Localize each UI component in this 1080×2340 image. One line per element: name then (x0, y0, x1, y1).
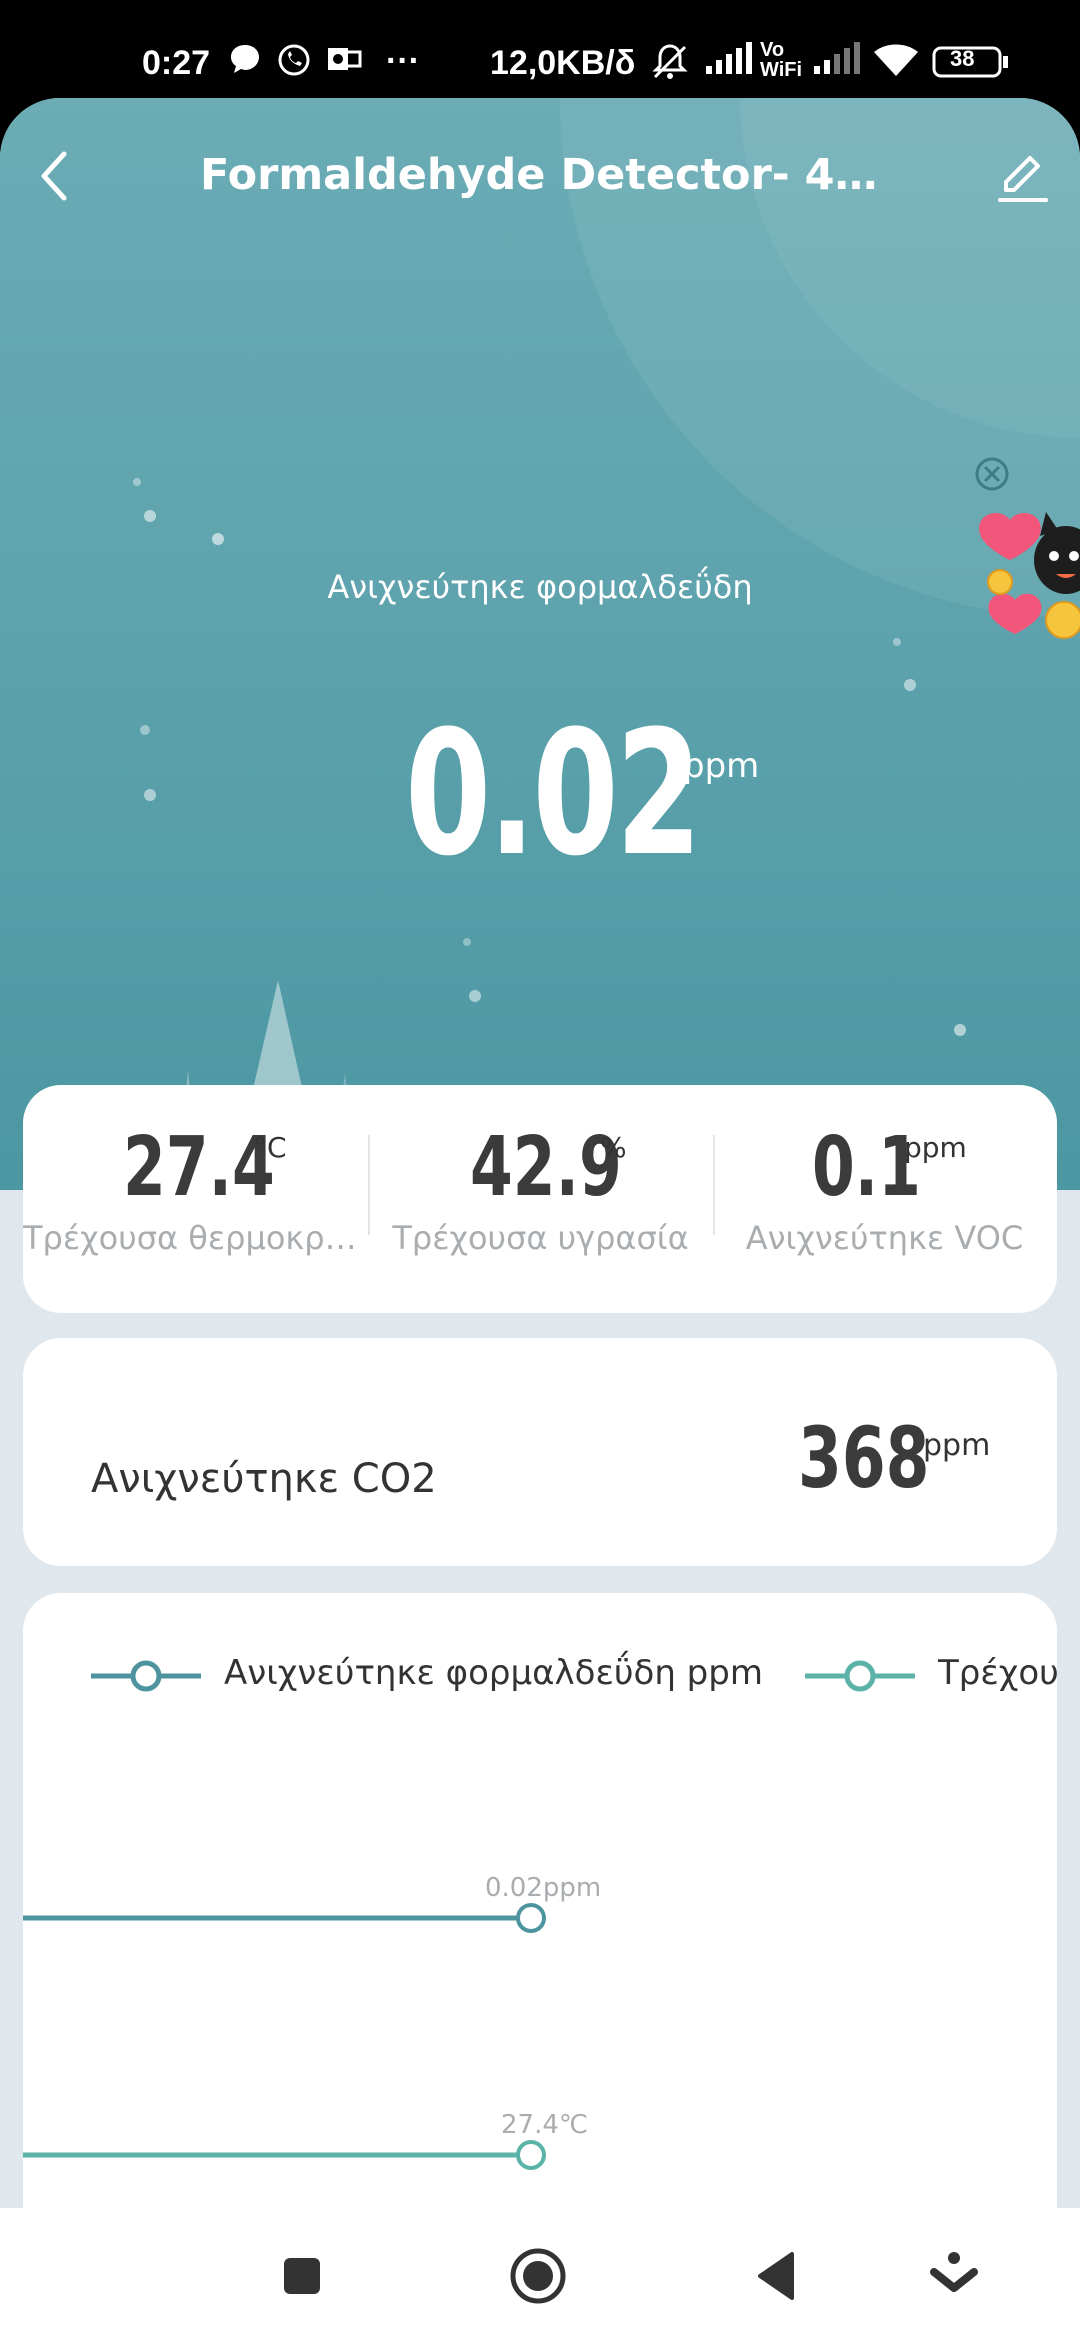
co2-label: Ανιχνεύτηκε CO2 (91, 1456, 437, 1502)
square-icon (284, 2258, 320, 2294)
mute-icon (650, 42, 690, 91)
co2-unit: ppm (923, 1428, 991, 1463)
recents-button[interactable] (272, 2246, 332, 2306)
hcho-unit: ppm (683, 746, 760, 786)
temperature-unit: °C (253, 1131, 287, 1164)
humidity-label: Τρέχουσα υγρασία (392, 1219, 689, 1257)
network-speed: 12,0KB/δ (490, 44, 636, 82)
temperature-metric[interactable]: 27.4 °C Τρέχουσα θερμοκρα... (23, 1085, 368, 1313)
edit-button[interactable] (996, 150, 1056, 210)
humidity-unit: % (600, 1131, 627, 1164)
battery-icon: 38 (932, 46, 1008, 78)
chevron-left-icon (41, 151, 67, 201)
assistant-button[interactable] (924, 2246, 984, 2306)
voc-metric[interactable]: 0.1 ppm Ανιχνεύτηκε VOC (712, 1085, 1057, 1313)
outlook-icon (326, 42, 362, 85)
viber-icon (276, 42, 312, 87)
more-notifications-icon: ··· (386, 42, 420, 80)
humidity-metric[interactable]: 42.9 % Τρέχουσα υγρασία (368, 1085, 713, 1313)
home-button[interactable] (508, 2246, 568, 2306)
wifi-icon (872, 42, 920, 87)
legend-marker-icon (91, 1660, 201, 1692)
hero-panel: Formaldehyde Detector- 4g,x... Ανιχνεύτη… (0, 98, 1080, 1190)
chat-notification-icon (228, 42, 262, 85)
pencil-icon (998, 156, 1048, 202)
vowifi-icon: Vo WiFi (760, 39, 803, 81)
signal-icon (704, 42, 754, 85)
legend-marker-icon (805, 1660, 915, 1692)
promo-close-icon[interactable] (972, 454, 1012, 494)
hcho-value: 0.02 (405, 693, 702, 894)
signal-2-icon (812, 42, 862, 85)
legend-label: Ανιχνεύτηκε φορμαλδεΰδη ppm (224, 1653, 763, 1693)
voc-label: Ανιχνεύτηκε VOC (745, 1219, 1024, 1257)
system-nav-bar (0, 2208, 1080, 2340)
temperature-label: Τρέχουσα θερμοκρα... (23, 1219, 368, 1257)
temperature-series-line (23, 2140, 546, 2170)
chevron-down-icon (930, 2252, 978, 2292)
history-chart-card[interactable]: Ανιχνεύτηκε φορμαλδεΰδη ppm Τρέχουσ 0.02… (23, 1593, 1057, 2233)
circle-icon (510, 2248, 566, 2304)
temperature-value: 27.4 (123, 1120, 275, 1215)
device-title: Formaldehyde Detector- 4g,x... (200, 150, 880, 200)
promo-cat-mascot-icon[interactable] (970, 490, 1080, 660)
triangle-left-icon (758, 2252, 794, 2300)
back-nav-button[interactable] (746, 2246, 806, 2306)
hcho-label: Ανιχνεύτηκε φορμαλδεΰδη (327, 568, 753, 606)
status-bar: 0:27 ··· 12,0KB/δ Vo WiFi 38 (0, 0, 1080, 100)
co2-value: 368 (798, 1409, 930, 1507)
hero-background (133, 98, 1080, 1190)
metrics-card: 27.4 °C Τρέχουσα θερμοκρα... 42.9 % Τρέχ… (23, 1085, 1057, 1313)
status-time: 0:27 (142, 44, 211, 82)
back-button[interactable] (34, 148, 84, 208)
legend-label: Τρέχουσ (938, 1653, 1057, 1693)
co2-card[interactable]: Ανιχνεύτηκε CO2 368 ppm (23, 1338, 1057, 1566)
humidity-value: 42.9 (470, 1120, 622, 1215)
battery-level: 38 (950, 46, 975, 71)
formaldehyde-series-line (23, 1903, 546, 1933)
voc-unit: ppm (904, 1131, 967, 1164)
